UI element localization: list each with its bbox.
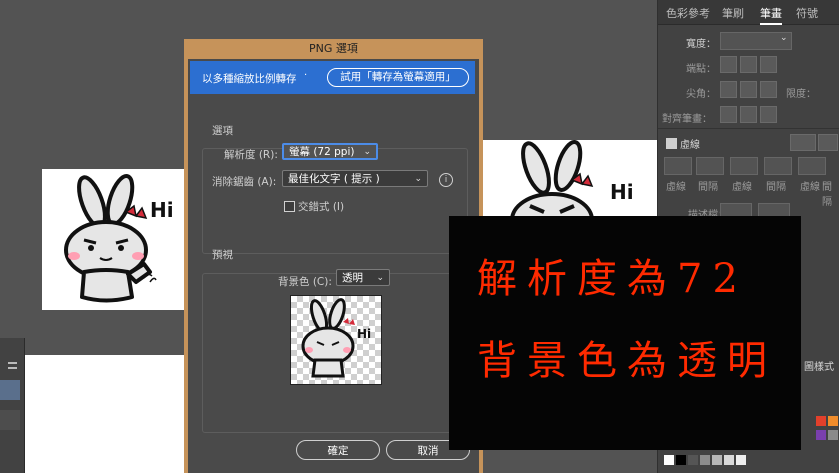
- preview-thumbnail: Hi: [290, 295, 382, 385]
- cap-round-button[interactable]: [740, 56, 757, 73]
- antialias-select[interactable]: 最佳化文字 ( 提示 ) ⌄: [282, 170, 428, 187]
- swatch-white[interactable]: [664, 455, 674, 465]
- info-icon[interactable]: i: [439, 173, 453, 187]
- gap-label-1: 間隔: [698, 182, 718, 193]
- swatch-lighter-grey[interactable]: [724, 455, 734, 465]
- corner-bevel-button[interactable]: [760, 81, 777, 98]
- weight-label: 寬度：: [686, 39, 716, 50]
- png-options-dialog: PNG 選項 以多種縮放比例轉存 · 試用「轉存為螢幕適用」 選項 解析度 (R…: [184, 39, 483, 473]
- background-value: 透明: [342, 272, 363, 284]
- hi-text-left: Hi: [150, 198, 174, 222]
- swatch-black[interactable]: [676, 455, 686, 465]
- swatch-grey[interactable]: [828, 430, 838, 440]
- limit-label: 限度：: [786, 89, 816, 100]
- left-panel: [0, 338, 25, 473]
- panel-menu-icon[interactable]: [8, 362, 17, 369]
- resolution-label: 解析度 (R):: [224, 149, 278, 161]
- cap-butt-button[interactable]: [720, 56, 737, 73]
- antialias-value: 最佳化文字 ( 提示 ): [288, 173, 380, 185]
- antialias-chevron-icon: ⌄: [414, 174, 422, 184]
- annotation-box: 解析度為72 背景色為透明: [449, 216, 801, 450]
- dash-field-3[interactable]: [798, 157, 826, 175]
- hi-text-right: Hi: [610, 180, 634, 204]
- gap-field-1[interactable]: [696, 157, 724, 175]
- layer-row-selected[interactable]: [0, 380, 20, 400]
- background-select[interactable]: 透明 ⌄: [336, 269, 390, 286]
- banner-dot-icon: ·: [304, 70, 308, 81]
- dash-label-3: 虛線: [800, 182, 820, 193]
- swatch-dark-grey[interactable]: [688, 455, 698, 465]
- dash-label-2: 虛線: [732, 182, 752, 193]
- tab-color-guide[interactable]: 色彩參考: [666, 5, 710, 21]
- annotation-line-2: 背景色為透明: [477, 338, 777, 384]
- dash-field-2[interactable]: [730, 157, 758, 175]
- dashed-label: 虛線: [680, 140, 700, 151]
- swatch-orange[interactable]: [828, 416, 838, 426]
- layer-row[interactable]: [0, 410, 20, 430]
- interlace-checkbox[interactable]: [284, 201, 295, 212]
- resolution-select[interactable]: 螢幕 (72 ppi) ⌄: [282, 143, 378, 160]
- swatch-purple[interactable]: [816, 430, 826, 440]
- align-inside-button[interactable]: [740, 106, 757, 123]
- options-group-label: 選項: [212, 125, 233, 137]
- gap-field-2[interactable]: [764, 157, 792, 175]
- tab-brushes[interactable]: 筆刷: [722, 5, 744, 21]
- dialog-body: 以多種縮放比例轉存 · 試用「轉存為螢幕適用」 選項 解析度 (R): 螢幕 (…: [188, 59, 479, 473]
- cap-square-button[interactable]: [760, 56, 777, 73]
- preview-hi-text: Hi: [357, 327, 371, 341]
- gap-label-3: 間隔: [822, 182, 832, 208]
- dashed-checkbox[interactable]: [666, 138, 677, 149]
- background-chevron-icon: ⌄: [376, 273, 384, 283]
- banner-text: 以多種縮放比例轉存: [202, 73, 297, 85]
- graphic-styles-tab[interactable]: 圖樣式: [804, 358, 834, 373]
- dash-label-1: 虛線: [666, 182, 686, 193]
- export-banner: 以多種縮放比例轉存 · 試用「轉存為螢幕適用」: [190, 61, 475, 94]
- resolution-value: 螢幕 (72 ppi): [289, 146, 355, 158]
- artboard-bottom: [24, 355, 184, 473]
- align-center-button[interactable]: [720, 106, 737, 123]
- background-label: 背景色 (C):: [278, 276, 332, 288]
- panel-divider: [658, 128, 839, 129]
- gap-label-2: 間隔: [766, 182, 786, 193]
- antialias-label: 消除鋸齒 (A):: [212, 176, 277, 188]
- corner-round-button[interactable]: [740, 81, 757, 98]
- swatch-mid-grey[interactable]: [700, 455, 710, 465]
- try-export-for-screens-button[interactable]: 試用「轉存為螢幕適用」: [327, 68, 469, 87]
- corner-miter-button[interactable]: [720, 81, 737, 98]
- swatch-pale[interactable]: [736, 455, 746, 465]
- align-label: 對齊筆畫：: [662, 114, 712, 125]
- interlace-label: 交錯式 (I): [298, 201, 345, 213]
- preview-group-label: 預視: [212, 249, 233, 261]
- corner-label: 尖角：: [686, 89, 716, 100]
- swatch-light-grey[interactable]: [712, 455, 722, 465]
- dash-align-corners-button[interactable]: [790, 134, 816, 151]
- ok-button[interactable]: 確定: [296, 440, 380, 460]
- align-outside-button[interactable]: [760, 106, 777, 123]
- dialog-title: PNG 選項: [309, 42, 358, 55]
- tab-stroke[interactable]: 筆畫: [760, 5, 782, 25]
- weight-chevron-icon[interactable]: ⌄: [780, 33, 788, 43]
- dash-preserve-button[interactable]: [818, 134, 838, 151]
- swatch-red[interactable]: [816, 416, 826, 426]
- cap-label: 端點：: [686, 64, 716, 75]
- tab-symbols[interactable]: 符號: [796, 5, 818, 21]
- rabbit-artwork-left: [64, 174, 157, 303]
- panel-tabs: 色彩參考 筆刷 筆畫 符號: [658, 0, 839, 25]
- annotation-line-1: 解析度為72: [477, 256, 748, 302]
- preview-rabbit: Hi: [301, 298, 371, 378]
- resolution-chevron-icon: ⌄: [363, 147, 371, 157]
- dash-field-1[interactable]: [664, 157, 692, 175]
